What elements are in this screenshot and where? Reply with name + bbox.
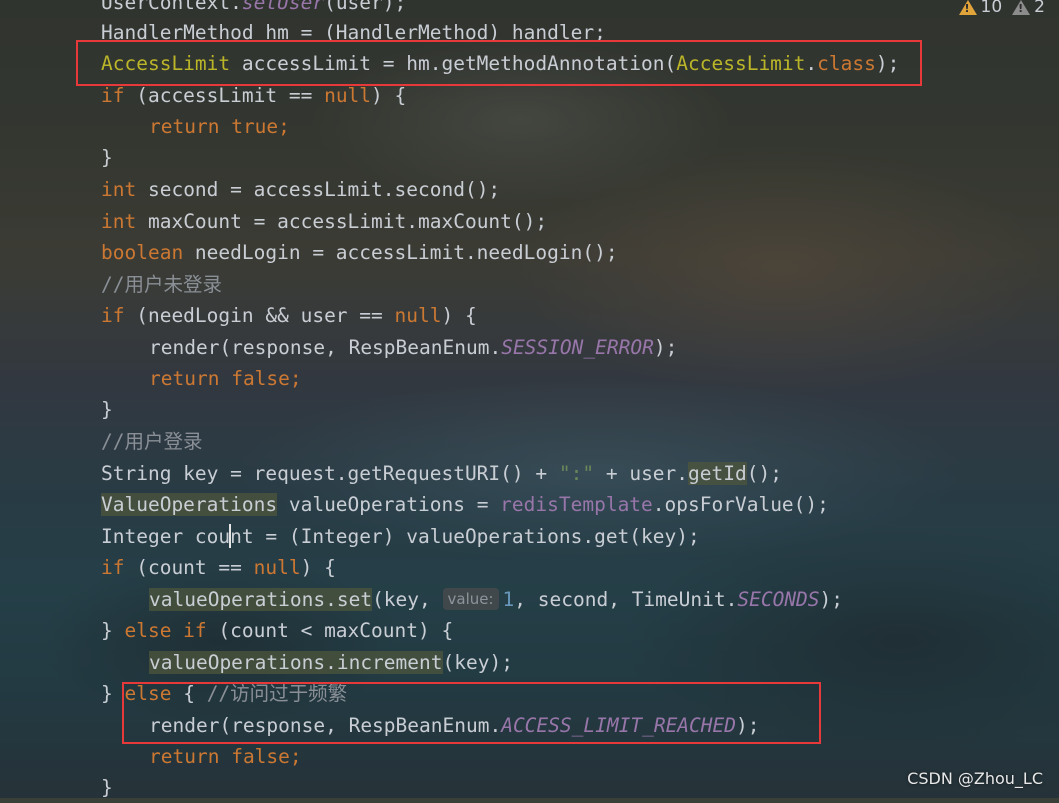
- code-line[interactable]: } else if (count < maxCount) {: [101, 615, 453, 646]
- code-line[interactable]: }: [101, 772, 113, 803]
- code-line[interactable]: return true;: [149, 111, 290, 142]
- code-line[interactable]: AccessLimit accessLimit = hm.getMethodAn…: [101, 48, 899, 79]
- code-comment[interactable]: //用户未登录: [101, 269, 222, 300]
- parameter-hint: value:: [442, 588, 499, 610]
- code-comment[interactable]: //用户登录: [101, 426, 202, 457]
- code-line[interactable]: render(response, RespBeanEnum.ACCESS_LIM…: [149, 710, 760, 741]
- code-line[interactable]: boolean needLogin = accessLimit.needLogi…: [101, 237, 618, 268]
- code-line[interactable]: UserContext.setUser(user);: [101, 0, 406, 18]
- code-line[interactable]: int maxCount = accessLimit.maxCount();: [101, 206, 547, 237]
- code-line[interactable]: ValueOperations valueOperations = redisT…: [101, 489, 829, 520]
- code-line[interactable]: }: [101, 394, 113, 425]
- code-line[interactable]: int second = accessLimit.second();: [101, 174, 500, 205]
- code-line[interactable]: String key = request.getRequestURI() + "…: [101, 458, 782, 489]
- watermark: CSDN @Zhou_LC: [907, 769, 1043, 788]
- code-line[interactable]: return false;: [149, 363, 302, 394]
- code-line[interactable]: if (count == null) {: [101, 552, 336, 583]
- code-line[interactable]: HandlerMethod hm = (HandlerMethod) handl…: [101, 17, 606, 48]
- code-line[interactable]: valueOperations.set(key, value: 1, second…: [149, 584, 843, 615]
- code-line[interactable]: Integer count = (Integer) valueOperation…: [101, 521, 700, 552]
- code-line[interactable]: if (accessLimit == null) {: [101, 80, 406, 111]
- code-editor[interactable]: UserContext.setUser(user); HandlerMethod…: [0, 0, 1059, 799]
- code-line[interactable]: valueOperations.increment(key);: [149, 647, 513, 678]
- code-line[interactable]: } else { //访问过于频繁: [101, 678, 347, 709]
- code-line[interactable]: if (needLogin && user == null) {: [101, 300, 477, 331]
- code-line[interactable]: }: [101, 142, 113, 173]
- code-line[interactable]: render(response, RespBeanEnum.SESSION_ER…: [149, 332, 677, 363]
- code-line[interactable]: return false;: [149, 741, 302, 772]
